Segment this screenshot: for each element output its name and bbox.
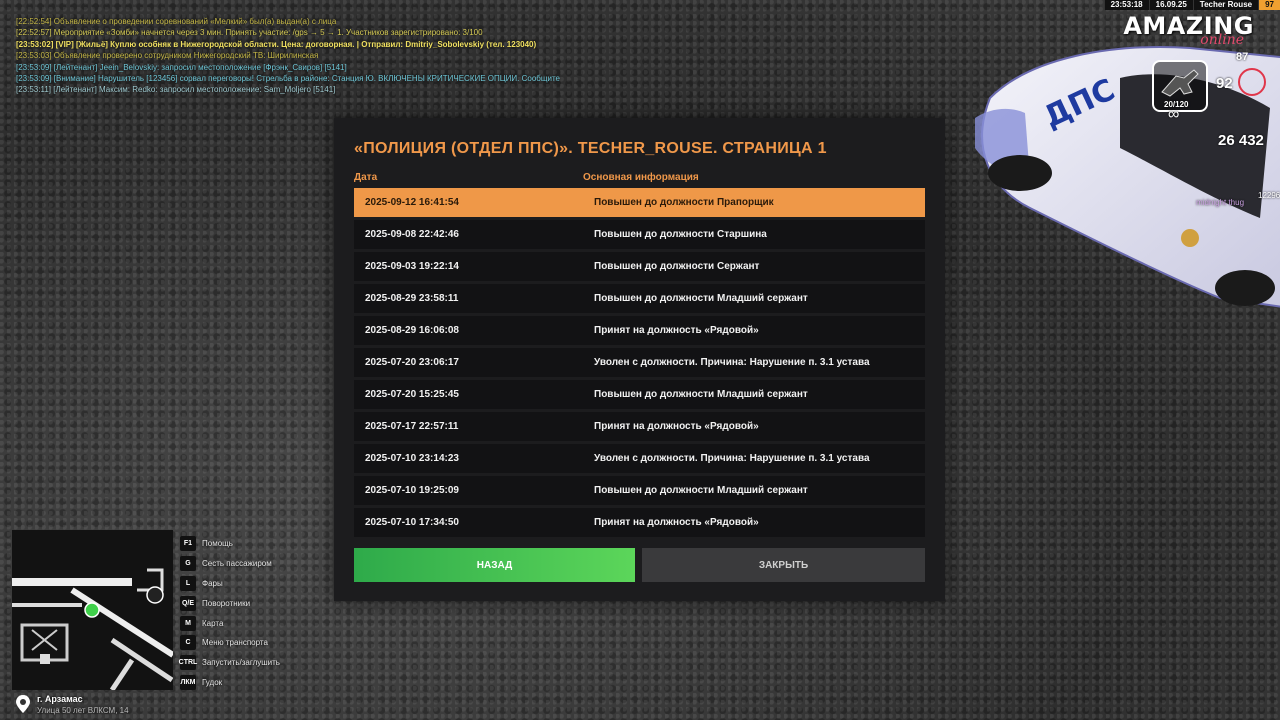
table-row[interactable]: 2025-07-20 23:06:17 Уволен с должности. П…: [354, 348, 925, 377]
minimap[interactable]: [12, 530, 173, 690]
key-label: Поворотники: [202, 598, 251, 608]
money-value: 26 432: [1218, 132, 1264, 149]
key-hint: Q/E Поворотники: [180, 593, 280, 613]
key-cap: G: [180, 556, 196, 572]
player-level: 97: [1258, 0, 1280, 10]
chat-line: [23:53:02] [VIP] [Жильё] Куплю особняк в…: [16, 39, 537, 49]
player-name: Techer Rouse: [1192, 0, 1259, 10]
table-row[interactable]: 2025-09-12 16:41:54 Повышен до должности …: [354, 188, 925, 217]
row-date: 2025-08-29 23:58:11: [365, 293, 459, 304]
row-info: Принят на должность «Рядовой»: [594, 325, 759, 336]
row-date: 2025-09-08 22:42:46: [365, 229, 459, 240]
key-hint: L Фары: [180, 574, 280, 594]
row-date: 2025-07-20 23:06:17: [365, 357, 459, 368]
close-button[interactable]: ЗАКРЫТЬ: [642, 548, 925, 582]
row-info: Повышен до должности Младший сержант: [594, 485, 808, 496]
key-cap: Q/E: [180, 595, 196, 611]
table-row[interactable]: 2025-07-20 15:25:45 Повышен до должности …: [354, 380, 925, 409]
history-table: 2025-09-12 16:41:54 Повышен до должности …: [354, 188, 925, 537]
chat-line: [23:53:09] [Лейтенант] Jeein_Belovskiy: …: [16, 62, 347, 72]
key-hint: M Карта: [180, 613, 280, 633]
key-hint: ЛКМ Гудок: [180, 673, 280, 693]
row-info: Уволен с должности. Причина: Нарушение п…: [594, 453, 870, 464]
chat-line: [23:53:11] [Лейтенант] Максим: Redko: за…: [16, 85, 336, 95]
row-date: 2025-08-29 16:06:08: [365, 325, 459, 336]
chat-line: [23:53:09] [Внимание] Нарушитель [123456…: [16, 74, 560, 84]
table-row[interactable]: 2025-07-10 23:14:23 Уволен с должности. П…: [354, 444, 925, 473]
table-row[interactable]: 2025-07-17 22:57:11 Принят на должность «…: [354, 412, 925, 441]
infinity-icon: ∞: [1168, 106, 1180, 123]
key-label: Карта: [202, 618, 224, 628]
faction-history-dialog: «ПОЛИЦИЯ (ОТДЕЛ ППС)». TECHER_ROUSE. СТР…: [334, 118, 945, 601]
row-date: 2025-07-10 19:25:09: [365, 485, 459, 496]
date: 16.09.25: [1148, 0, 1193, 10]
table-row[interactable]: 2025-09-03 19:22:14 Повышен до должности …: [354, 252, 925, 281]
table-header: Дата Основная информация: [354, 172, 925, 186]
key-hint: C Меню транспорта: [180, 633, 280, 653]
row-info: Повышен до должности Старшина: [594, 229, 767, 240]
street-name: Улица 50 лет ВЛКСМ, 14: [37, 706, 129, 715]
key-hint: G Сесть пассажиром: [180, 554, 280, 574]
key-cap: ЛКМ: [180, 674, 196, 690]
key-cap: C: [180, 635, 196, 651]
chat-line: [23:53:03] Объявление проверено сотрудни…: [16, 51, 319, 61]
player-tag-name: midnight thug: [1196, 198, 1245, 207]
row-date: 2025-09-03 19:22:14: [365, 261, 459, 272]
armor-value: 87: [1236, 51, 1249, 63]
row-date: 2025-07-20 15:25:45: [365, 389, 459, 400]
key-cap: L: [180, 575, 196, 591]
key-label: Запустить/заглушить: [202, 658, 280, 668]
row-info: Повышен до должности Младший сержант: [594, 293, 808, 304]
row-info: Повышен до должности Младший сержант: [594, 389, 808, 400]
row-date: 2025-07-10 17:34:50: [365, 517, 459, 528]
row-date: 2025-07-17 22:57:11: [365, 421, 459, 432]
city-name: г. Арзамас: [37, 694, 83, 704]
status-bar: 23:53:18 16.09.25 Techer Rouse 97: [1103, 0, 1280, 10]
key-cap: CTRL: [179, 655, 197, 671]
health-ring-icon: [1238, 68, 1266, 96]
row-date: 2025-07-10 23:14:23: [365, 453, 459, 464]
key-hints: F1 Помощь G Сесть пассажиром L Фары Q/E Поворот…: [179, 534, 280, 693]
table-row[interactable]: 2025-07-10 19:25:09 Повышен до должности …: [354, 476, 925, 505]
key-cap: M: [180, 615, 196, 631]
dialog-title: «ПОЛИЦИЯ (ОТДЕЛ ППС)». TECHER_ROUSE. СТР…: [354, 140, 827, 157]
table-row[interactable]: 2025-07-10 17:34:50 Принят на должность «…: [354, 508, 925, 537]
player-tag-id: 12296: [1258, 191, 1280, 200]
back-button[interactable]: НАЗАД: [354, 548, 635, 582]
key-label: Сесть пассажиром: [202, 559, 272, 569]
column-date: Дата: [354, 172, 378, 183]
chat-line: [22:52:54] Объявление о проведении сорев…: [16, 17, 337, 26]
key-hint: F1 Помощь: [180, 534, 280, 554]
row-info: Уволен с должности. Причина: Нарушение п…: [594, 357, 870, 368]
key-cap: F1: [180, 536, 196, 552]
table-row[interactable]: 2025-09-08 22:42:46 Повышен до должности …: [354, 220, 925, 249]
row-info: Принят на должность «Рядовой»: [594, 421, 759, 432]
health-value: 92: [1216, 75, 1233, 92]
key-label: Фары: [202, 578, 223, 588]
chat-log: [22:52:54] Объявление о проведении сорев…: [16, 16, 636, 96]
table-row[interactable]: 2025-08-29 16:06:08 Принят на должность «…: [354, 316, 925, 345]
table-row[interactable]: 2025-08-29 23:58:11 Повышен до должности …: [354, 284, 925, 313]
location-pin-icon: [16, 695, 30, 713]
police-car: ДПС: [975, 46, 1280, 308]
row-info: Принят на должность «Рядовой»: [594, 517, 759, 528]
clock: 23:53:18: [1103, 0, 1149, 10]
row-info: Повышен до должности Сержант: [594, 261, 760, 272]
chat-line: [22:52:57] Мероприятие «Зомби» начнется …: [16, 28, 483, 38]
key-label: Гудок: [202, 677, 223, 687]
key-hint: CTRL Запустить/заглушить: [179, 653, 280, 673]
column-info: Основная информация: [583, 172, 699, 183]
row-date: 2025-09-12 16:41:54: [365, 197, 459, 208]
key-label: Помощь: [202, 539, 233, 549]
key-label: Меню транспорта: [202, 638, 268, 648]
dialog-buttons: НАЗАД ЗАКРЫТЬ: [354, 548, 925, 582]
row-info: Повышен до должности Прапорщик: [594, 197, 774, 208]
